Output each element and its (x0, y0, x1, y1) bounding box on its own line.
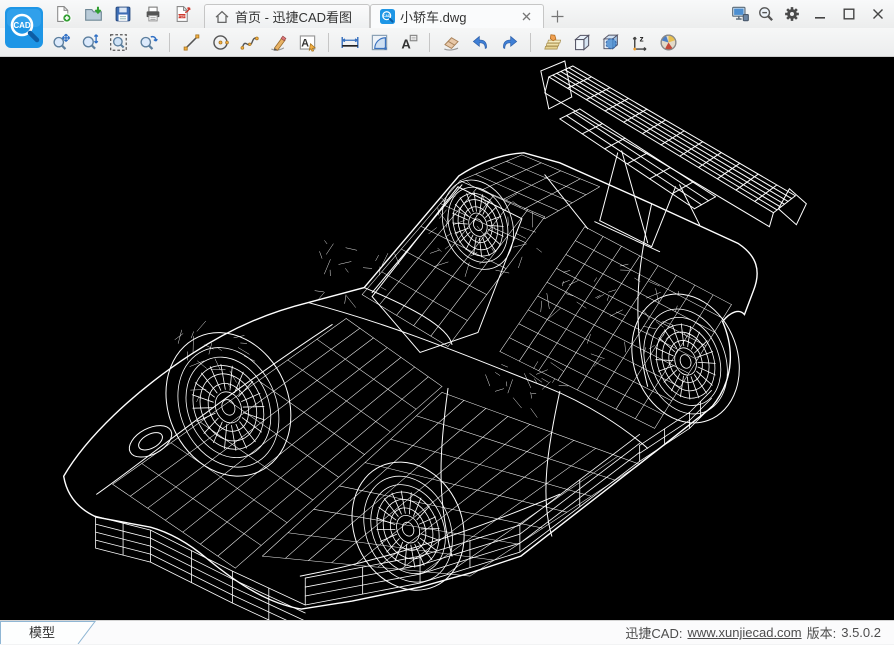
pan-zoom-icon[interactable] (50, 31, 72, 53)
tab-document[interactable]: CAD 小轿车.dwg (370, 4, 544, 28)
maximize-button[interactable] (836, 3, 861, 25)
minimize-icon (814, 17, 825, 19)
close-icon (872, 9, 883, 19)
circle-tool-icon[interactable] (209, 31, 231, 53)
box-3d-icon[interactable] (570, 31, 592, 53)
spline-tool-icon[interactable] (238, 31, 260, 53)
statusbar: 模型 迅捷CAD: www.xunjiecad.com 版本: 3.5.0.2 (0, 620, 894, 644)
home-icon (215, 10, 229, 23)
zoom-previous-icon[interactable] (137, 31, 159, 53)
model-tab[interactable]: 模型 (0, 621, 108, 644)
save-icon[interactable] (112, 3, 134, 25)
text-annotation-icon[interactable]: A (397, 31, 419, 53)
settings-gear-icon[interactable] (781, 3, 803, 25)
svg-text:CAD: CAD (13, 21, 31, 30)
plus-icon (551, 10, 563, 22)
svg-text:PDF: PDF (178, 14, 186, 18)
redo-icon[interactable] (498, 31, 520, 53)
text-edit-icon[interactable]: A (296, 31, 318, 53)
tab-strip: 首页 - 迅捷CAD看图 CAD 小轿车.dwg (204, 0, 570, 28)
render-globe-icon[interactable] (657, 31, 679, 53)
zoom-vertical-icon[interactable] (79, 31, 101, 53)
measure-area-icon[interactable] (368, 31, 390, 53)
app-window: CAD PDF 首页 - 迅捷CAD看图 CAD 小轿车.dwg A A z 模… (0, 0, 894, 645)
titlebar: CAD PDF 首页 - 迅捷CAD看图 CAD 小轿车.dwg (0, 0, 894, 48)
quick-actions: PDF (52, 3, 194, 25)
line-tool-icon[interactable] (180, 31, 202, 53)
pencil-tool-icon[interactable] (267, 31, 289, 53)
tab-home-label: 首页 - 迅捷CAD看图 (235, 10, 353, 25)
toolbar-separator (169, 32, 170, 52)
svg-text:CAD: CAD (383, 14, 391, 18)
export-pdf-icon[interactable]: PDF (172, 3, 194, 25)
magnifier-icon[interactable] (755, 3, 777, 25)
open-folder-icon[interactable] (82, 3, 104, 25)
tab-home[interactable]: 首页 - 迅捷CAD看图 (204, 4, 370, 28)
toolbar-separator (429, 32, 430, 52)
toolbar-separator (530, 32, 531, 52)
window-controls (729, 3, 894, 25)
new-tab-button[interactable] (544, 4, 570, 28)
measure-distance-icon[interactable] (339, 31, 361, 53)
close-button[interactable] (865, 3, 890, 25)
zoom-window-icon[interactable] (108, 31, 130, 53)
model-tab-label: 模型 (28, 625, 55, 640)
undo-icon[interactable] (469, 31, 491, 53)
cad-logo-icon: CAD (5, 7, 43, 48)
footer-info: 迅捷CAD: www.xunjiecad.com 版本: 3.5.0.2 (625, 623, 894, 642)
print-icon[interactable] (142, 3, 164, 25)
app-logo-icon[interactable]: CAD (5, 7, 43, 48)
tab-close-icon[interactable] (518, 9, 534, 25)
tab-document-label: 小轿车.dwg (400, 10, 467, 25)
view-3d-icon[interactable] (599, 31, 621, 53)
wireframe-car-drawing (62, 60, 807, 638)
remote-desktop-icon[interactable] (729, 3, 751, 25)
footer-version-label: 版本: (806, 626, 837, 641)
maximize-icon (843, 8, 855, 20)
svg-text:z: z (639, 33, 643, 43)
eraser-icon[interactable] (440, 31, 462, 53)
axes-xyz-icon[interactable]: z (628, 31, 650, 53)
new-file-icon[interactable] (52, 3, 74, 25)
toolbar-separator (328, 32, 329, 52)
svg-text:A: A (301, 37, 309, 49)
minimize-button[interactable] (807, 3, 832, 25)
toolbar: A A z (0, 28, 894, 57)
layers-icon[interactable] (541, 31, 563, 53)
cad-logo-icon: CAD (380, 9, 395, 24)
drawing-canvas[interactable] (0, 57, 894, 638)
footer-link[interactable]: www.xunjiecad.com (687, 625, 801, 640)
footer-version: 3.5.0.2 (841, 625, 881, 640)
footer-brand: 迅捷CAD: (625, 626, 683, 641)
